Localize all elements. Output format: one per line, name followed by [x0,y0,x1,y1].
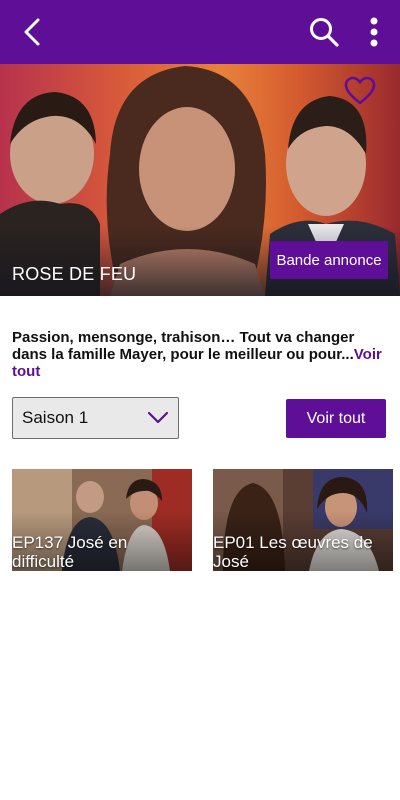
episode-card[interactable]: EP01 Les œuvres de José [213,469,393,571]
hero-banner: ROSE DE FEU Bande annonce [0,64,400,296]
chevron-down-icon [147,411,169,424]
show-title: ROSE DE FEU [12,264,137,284]
top-app-bar [0,0,400,64]
show-description: Passion, mensonge, trahison… Tout va cha… [12,329,388,380]
heart-outline-icon[interactable] [344,76,376,106]
season-select-value: Saison 1 [22,408,89,427]
episode-title: EP01 Les œuvres de José [213,533,373,571]
voir-tout-button[interactable]: Voir tout [286,399,386,438]
description-text: Passion, mensonge, trahison… Tout va cha… [12,329,355,363]
episode-card[interactable]: EP137 José en difficulté [12,469,192,571]
season-select[interactable]: Saison 1 [12,397,179,439]
more-vertical-icon[interactable] [360,14,388,50]
search-icon[interactable] [306,14,342,50]
episode-title: EP137 José en difficulté [12,533,128,571]
chevron-left-icon[interactable] [18,16,50,48]
trailer-button[interactable]: Bande annonce [270,241,388,279]
